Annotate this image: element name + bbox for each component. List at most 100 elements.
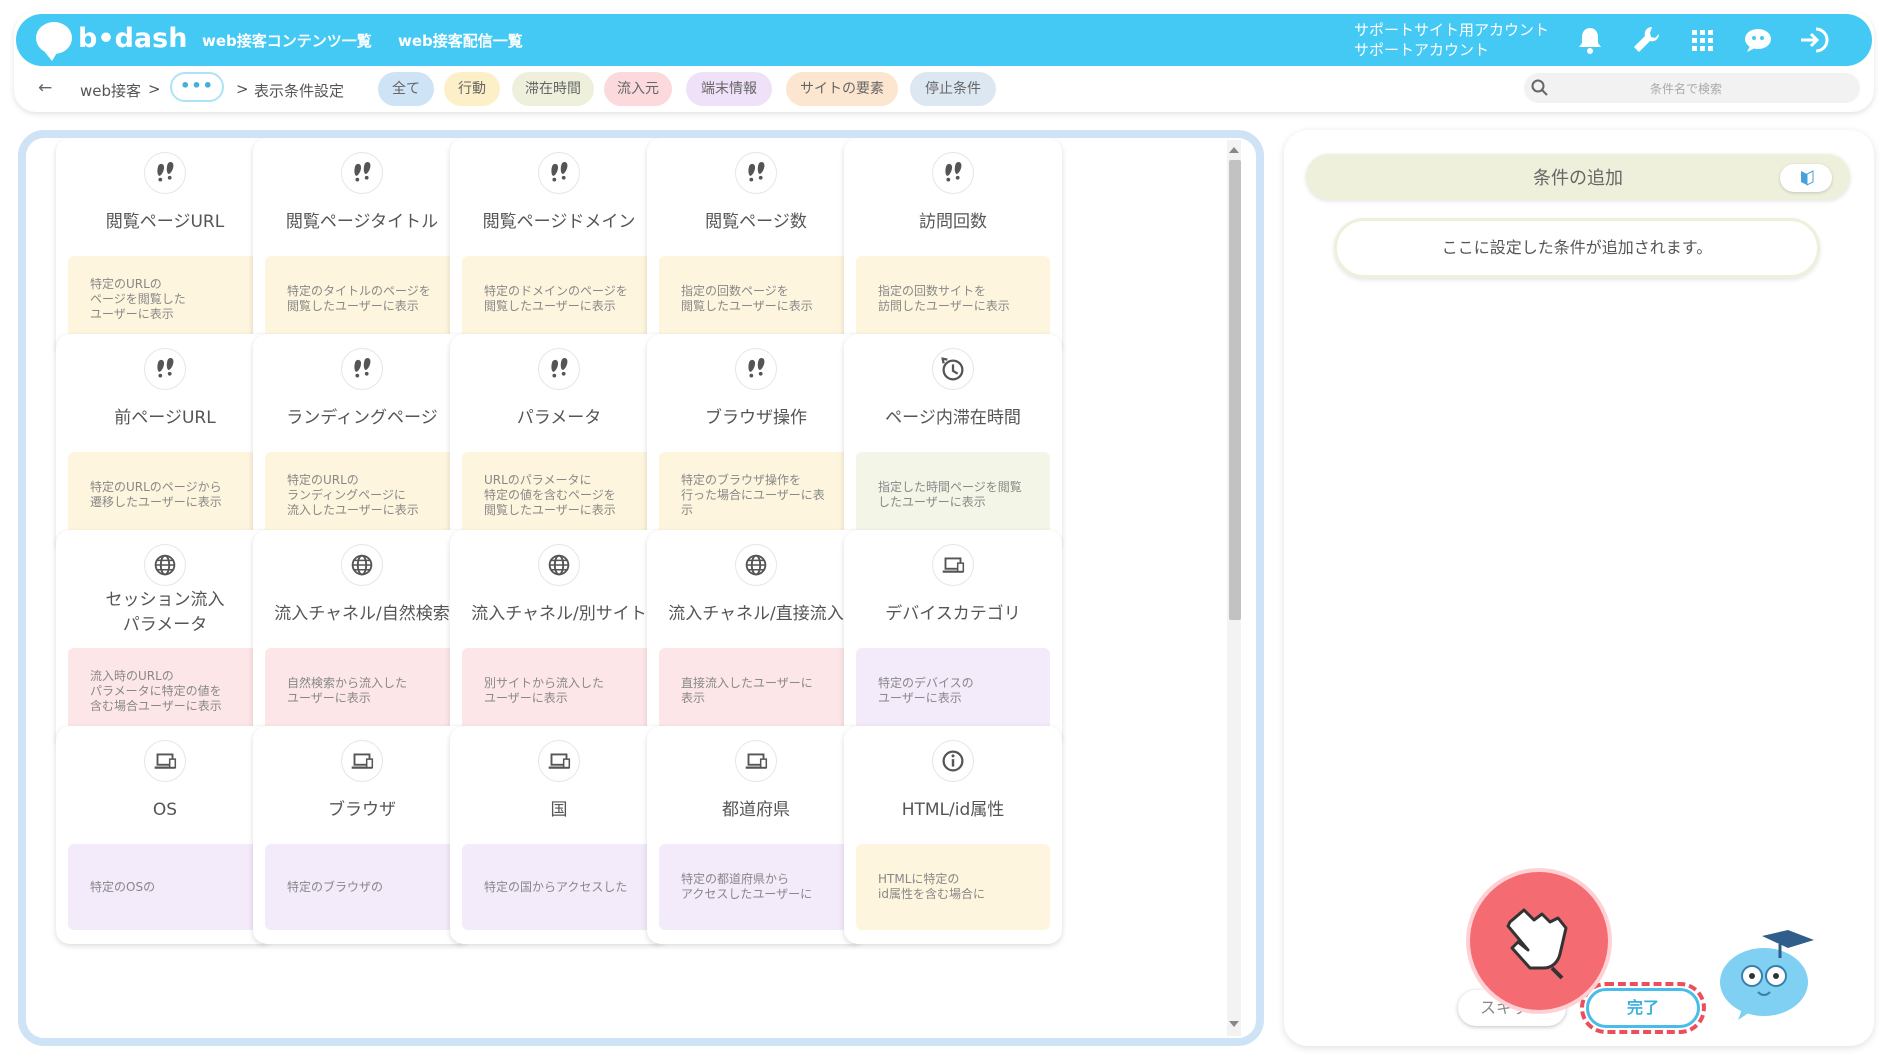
logo-text: b•dash (78, 22, 188, 54)
chat-mascot-icon[interactable] (1740, 22, 1776, 58)
globe-icon (144, 544, 186, 586)
nav-web-content-list[interactable]: web接客コンテンツ一覧 (202, 30, 372, 51)
condition-description: 特定のURLの ページを閲覧した ユーザーに表示 (68, 256, 262, 342)
grid-icon[interactable] (1684, 22, 1720, 58)
logout-icon[interactable] (1796, 22, 1832, 58)
condition-title: 国 (550, 800, 568, 820)
tab-5[interactable]: サイトの要素 (786, 72, 898, 106)
condition-description: 流入時のURLの パラメータに特定の値を 含む場合ユーザーに表示 (68, 648, 262, 734)
scroll-up-icon[interactable] (1228, 146, 1240, 154)
condition-card[interactable]: 閲覧ページURL 特定のURLの ページを閲覧した ユーザーに表示 (56, 138, 274, 356)
condition-description: 別サイトから流入した ユーザーに表示 (462, 648, 656, 734)
condition-title: 流入チャネル/直接流入 (668, 604, 844, 624)
tab-2[interactable]: 滞在時間 (512, 72, 594, 106)
account-info[interactable]: サポートサイト用アカウント サポートアカウント (1354, 20, 1549, 60)
condition-title: OS (152, 800, 178, 820)
globe-icon (735, 544, 777, 586)
condition-card[interactable]: 流入チャネル/直接流入直接流入したユーザーに 表示 (647, 530, 865, 748)
condition-card[interactable]: ランディングページ特定のURLの ランディングページに 流入したユーザーに表示 (253, 334, 471, 552)
logo-bubble-icon (36, 22, 72, 61)
condition-description: 自然検索から流入した ユーザーに表示 (265, 648, 459, 734)
clock-icon (932, 348, 974, 390)
done-button[interactable]: 完了 (1586, 988, 1700, 1028)
tab-3[interactable]: 流入元 (604, 72, 672, 106)
condition-title: ページ内滞在時間 (885, 408, 1021, 428)
scroll-down-icon[interactable] (1228, 1020, 1240, 1028)
breadcrumb-web-service[interactable]: web接客 (80, 80, 141, 101)
condition-card[interactable]: HTML/id属性 HTMLに特定の id属性を含む場合に (844, 726, 1062, 944)
breadcrumb-separator: > (236, 80, 249, 98)
condition-card[interactable]: 国特定の国からアクセスした (450, 726, 668, 944)
condition-card[interactable]: 閲覧ページタイトル 特定のタイトルのページを 閲覧したユーザーに表示 (253, 138, 471, 356)
footprints-icon (735, 348, 777, 390)
condition-description: 特定のOSの (68, 844, 262, 930)
condition-card[interactable]: 流入チャネル/別サイト 別サイトから流入した ユーザーに表示 (450, 530, 668, 748)
condition-title: HTML/id属性 (901, 800, 1005, 820)
tutorial-hand-pointer (1466, 868, 1612, 1014)
condition-card[interactable]: 閲覧ページ数指定の回数ページを 閲覧したユーザーに表示 (647, 138, 865, 356)
condition-card[interactable]: 都道府県特定の都道府県から アクセスしたユーザーに (647, 726, 865, 944)
beginner-toggle[interactable] (1780, 164, 1832, 192)
laptop-icon (932, 544, 974, 586)
wrench-icon[interactable] (1628, 22, 1664, 58)
globe-icon (341, 544, 383, 586)
condition-card[interactable]: 閲覧ページドメイン 特定のドメインのページを 閲覧したユーザーに表示 (450, 138, 668, 356)
condition-description: 特定の都道府県から アクセスしたユーザーに (659, 844, 853, 930)
condition-title: ランディングページ (286, 408, 438, 428)
tab-0[interactable]: 全て (378, 72, 434, 106)
footprints-icon (538, 152, 580, 194)
account-name: サポートアカウント (1354, 41, 1490, 59)
condition-title: デバイスカテゴリ (885, 604, 1021, 624)
account-site: サポートサイト用アカウント (1354, 21, 1550, 39)
condition-description: URLのパラメータに 特定の値を含むページを 閲覧したユーザーに表示 (462, 452, 656, 538)
nav-web-delivery-list[interactable]: web接客配信一覧 (398, 30, 523, 51)
back-arrow-icon[interactable]: ← (38, 78, 52, 98)
condition-title: 閲覧ページ数 (705, 212, 807, 232)
condition-title: 都道府県 (722, 800, 790, 820)
condition-card[interactable]: 前ページURL 特定のURLのページから 遷移したユーザーに表示 (56, 334, 274, 552)
breadcrumb-more-button[interactable]: ••• (170, 72, 224, 102)
scrollbar-thumb[interactable] (1229, 160, 1241, 620)
info-icon (932, 740, 974, 782)
condition-title: 前ページURL (114, 408, 216, 428)
condition-description: 指定した時間ページを閲覧 したユーザーに表示 (856, 452, 1050, 538)
condition-card[interactable]: ブラウザ操作特定のブラウザ操作を 行った場合にユーザーに表示 (647, 334, 865, 552)
condition-card[interactable]: パラメータ URLのパラメータに 特定の値を含むページを 閲覧したユーザーに表示 (450, 334, 668, 552)
tab-4[interactable]: 端末情報 (686, 72, 772, 106)
search-icon (1531, 79, 1548, 96)
condition-description: 直接流入したユーザーに 表示 (659, 648, 853, 734)
footprints-icon (144, 152, 186, 194)
condition-title: 閲覧ページURL (105, 212, 225, 232)
condition-card[interactable]: ブラウザ特定のブラウザの (253, 726, 471, 944)
condition-description: HTMLに特定の id属性を含む場合に (856, 844, 1050, 930)
laptop-icon (144, 740, 186, 782)
condition-title: 閲覧ページタイトル (285, 212, 439, 232)
condition-description: 特定のドメインのページを 閲覧したユーザーに表示 (462, 256, 656, 342)
footprints-icon (538, 348, 580, 390)
condition-card[interactable]: セッション流入 パラメータ流入時のURLの パラメータに特定の値を 含む場合ユー… (56, 530, 274, 748)
footprints-icon (144, 348, 186, 390)
condition-card[interactable]: デバイスカテゴリ 特定のデバイスの ユーザーに表示 (844, 530, 1062, 748)
condition-title: ブラウザ (328, 800, 396, 820)
condition-description: 特定のブラウザ操作を 行った場合にユーザーに表示 (659, 452, 853, 538)
footprints-icon (341, 348, 383, 390)
breadcrumb-current: 表示条件設定 (254, 82, 345, 100)
condition-description: 指定の回数ページを 閲覧したユーザーに表示 (659, 256, 853, 342)
condition-description: 特定のブラウザの (265, 844, 459, 930)
condition-card[interactable]: ページ内滞在時間指定した時間ページを閲覧 したユーザーに表示 (844, 334, 1062, 552)
condition-card[interactable]: 訪問回数 指定の回数サイトを 訪問したユーザーに表示 (844, 138, 1062, 356)
condition-description: 特定のURLの ランディングページに 流入したユーザーに表示 (265, 452, 459, 538)
logo[interactable]: b•dash (36, 22, 188, 61)
laptop-icon (735, 740, 777, 782)
condition-card[interactable]: 流入チャネル/自然検索自然検索から流入した ユーザーに表示 (253, 530, 471, 748)
tab-1[interactable]: 行動 (444, 72, 500, 106)
tab-6[interactable]: 停止条件 (910, 72, 996, 106)
bell-icon[interactable] (1572, 22, 1608, 58)
globe-icon (538, 544, 580, 586)
condition-card[interactable]: OS 特定のOSの (56, 726, 274, 944)
condition-title: セッション流入 パラメータ (105, 590, 225, 635)
search-placeholder: 条件名で検索 (1650, 82, 1723, 96)
condition-title: ブラウザ操作 (705, 408, 807, 428)
conditions-dropzone: ここに設定した条件が追加されます。 (1334, 218, 1820, 278)
condition-title: 流入チャネル/自然検索 (274, 604, 450, 624)
